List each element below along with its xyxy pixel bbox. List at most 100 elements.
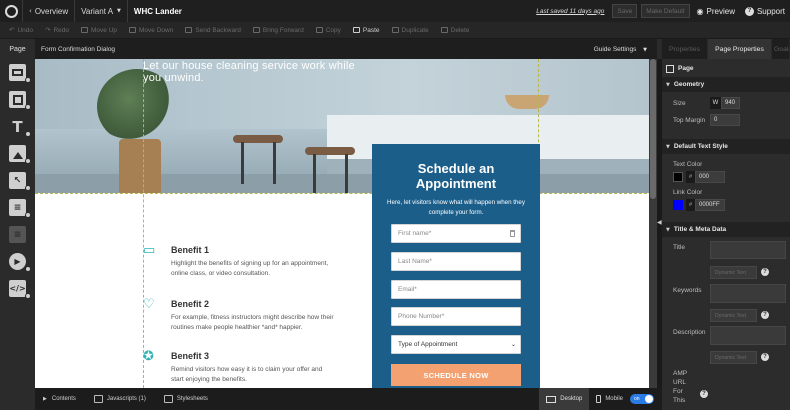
- paste-icon: [352, 27, 360, 33]
- form-tool[interactable]: ≡: [0, 194, 35, 221]
- send-backward-button[interactable]: Send Backward: [179, 27, 247, 34]
- first-name-field[interactable]: First name*: [391, 224, 521, 243]
- preview-button[interactable]: ◉ Preview: [692, 7, 740, 16]
- last-name-field[interactable]: Last Name*: [391, 252, 521, 271]
- page-section-title: Page: [678, 65, 694, 72]
- overview-button[interactable]: ‹ Overview: [23, 0, 74, 22]
- button-tool[interactable]: ↖: [0, 167, 35, 194]
- variant-dropdown[interactable]: Variant A ▼: [75, 0, 127, 22]
- triangle-down-icon: ▼: [666, 143, 670, 150]
- appointment-form[interactable]: Schedule an Appointment Here, let visito…: [372, 144, 540, 388]
- title-meta-header[interactable]: ▼ Title & Meta Data: [662, 222, 790, 237]
- text-color-swatch[interactable]: [673, 172, 683, 182]
- top-margin-input[interactable]: 0: [710, 114, 740, 126]
- guide-line: [35, 193, 657, 194]
- benefit-title: Benefit 1: [171, 245, 210, 255]
- hero-headline[interactable]: Let our house cleaning service work whil…: [143, 60, 363, 84]
- phone-field[interactable]: Phone Number*: [391, 307, 521, 326]
- make-default-button[interactable]: Make Default: [641, 4, 690, 18]
- chevron-left-icon: ‹: [29, 7, 32, 15]
- geometry-header[interactable]: ▼ Geometry: [662, 77, 790, 92]
- top-bar: ‹ Overview Variant A ▼ WHC Lander Last s…: [0, 0, 790, 22]
- email-field[interactable]: Email*: [391, 280, 521, 299]
- paste-button[interactable]: Paste: [347, 27, 386, 34]
- title-dynamic-text-button[interactable]: Dynamic Text: [710, 266, 757, 279]
- eye-icon: ◉: [696, 6, 704, 16]
- schedule-now-button[interactable]: SCHEDULE NOW: [391, 364, 521, 386]
- javascripts-button[interactable]: Javascripts (1): [85, 388, 155, 410]
- help-icon[interactable]: ?: [761, 311, 769, 319]
- delete-button[interactable]: Delete: [435, 27, 476, 34]
- size-label: Size: [673, 100, 686, 107]
- desktop-view-button[interactable]: Desktop: [539, 388, 590, 410]
- add-icon: [25, 266, 31, 272]
- last-saved-link[interactable]: Last saved 11 days ago: [530, 8, 610, 15]
- width-input[interactable]: 940: [721, 97, 740, 109]
- link-color-swatch[interactable]: [673, 200, 683, 210]
- add-icon: [25, 185, 31, 191]
- keywords-input[interactable]: [710, 284, 786, 303]
- help-circle-icon: ?: [744, 6, 754, 16]
- duplicate-button[interactable]: Duplicate: [386, 27, 435, 34]
- variant-label: Variant A: [81, 6, 114, 16]
- image-tool[interactable]: [0, 140, 35, 167]
- description-dynamic-text-button[interactable]: Dynamic Text: [710, 351, 757, 364]
- app-logo-icon[interactable]: [0, 0, 22, 22]
- add-icon: [25, 104, 31, 110]
- benefit-title: Benefit 2: [171, 299, 210, 309]
- paste-label: Paste: [362, 26, 380, 34]
- form-subtitle: Here, let visitors know what will happen…: [387, 199, 525, 216]
- keywords-dynamic-text-button[interactable]: Dynamic Text: [710, 309, 757, 322]
- mobile-toggle[interactable]: on: [630, 394, 654, 404]
- section-icon: [9, 64, 26, 81]
- stylesheets-label: Stylesheets: [176, 396, 208, 402]
- tab-properties[interactable]: Properties: [662, 39, 708, 59]
- tab-page-properties[interactable]: Page Properties: [708, 39, 772, 59]
- support-button[interactable]: ? Support: [740, 6, 790, 16]
- stylesheets-button[interactable]: Stylesheets: [155, 388, 217, 410]
- bring-forward-button[interactable]: Bring Forward: [247, 27, 310, 34]
- duplicate-label: Duplicate: [401, 26, 429, 34]
- move-up-button[interactable]: Move Up: [75, 27, 123, 34]
- monitor-icon: [546, 395, 557, 403]
- add-icon: [25, 77, 31, 83]
- tab-goals[interactable]: Goals: [772, 39, 790, 59]
- description-input[interactable]: [710, 326, 786, 345]
- trash-icon[interactable]: [510, 230, 515, 237]
- save-button[interactable]: Save: [612, 4, 638, 18]
- section-tool[interactable]: [0, 59, 35, 86]
- title-input[interactable]: [710, 241, 786, 259]
- move-down-button[interactable]: Move Down: [123, 27, 179, 34]
- list-tool[interactable]: ≡: [0, 221, 35, 248]
- default-text-style-header[interactable]: ▼ Default Text Style: [662, 139, 790, 154]
- page-canvas[interactable]: Let our house cleaning service work whil…: [35, 59, 657, 388]
- link-color-hash: #: [686, 199, 695, 211]
- help-icon[interactable]: ?: [761, 268, 769, 276]
- canvas-scrollbar[interactable]: [649, 59, 657, 388]
- scrollbar-thumb[interactable]: [650, 59, 656, 199]
- first-name-placeholder: First name*: [398, 230, 432, 237]
- text-color-input[interactable]: 000: [695, 171, 725, 183]
- help-icon[interactable]: ?: [761, 353, 769, 361]
- geometry-title: Geometry: [673, 81, 705, 88]
- page-tab[interactable]: Page: [0, 39, 35, 59]
- box-tool[interactable]: [0, 86, 35, 113]
- code-tool[interactable]: </>: [0, 275, 35, 302]
- appointment-type-select[interactable]: Type of Appointment ⌄: [391, 335, 521, 354]
- video-tool[interactable]: ▶: [0, 248, 35, 275]
- hero-stool-leg: [241, 142, 244, 184]
- undo-button[interactable]: ↶ Undo: [3, 26, 39, 34]
- mobile-view-button[interactable]: Mobile: [589, 395, 630, 403]
- text-tool[interactable]: T: [0, 113, 35, 140]
- contents-button[interactable]: Contents: [50, 388, 85, 410]
- copy-button[interactable]: Copy: [310, 27, 347, 34]
- guide-settings-dropdown[interactable]: Guide Settings ▼: [594, 46, 651, 53]
- redo-button[interactable]: ↷ Redo: [39, 26, 75, 34]
- delete-label: Delete: [450, 26, 470, 34]
- move-up-label: Move Up: [91, 26, 118, 34]
- link-color-input[interactable]: 0000FF: [695, 199, 725, 211]
- text-color-hash: #: [686, 171, 695, 183]
- caret-down-icon: ▼: [643, 46, 647, 53]
- hero-image[interactable]: Let our house cleaning service work whil…: [35, 59, 657, 193]
- help-icon[interactable]: ?: [700, 390, 708, 398]
